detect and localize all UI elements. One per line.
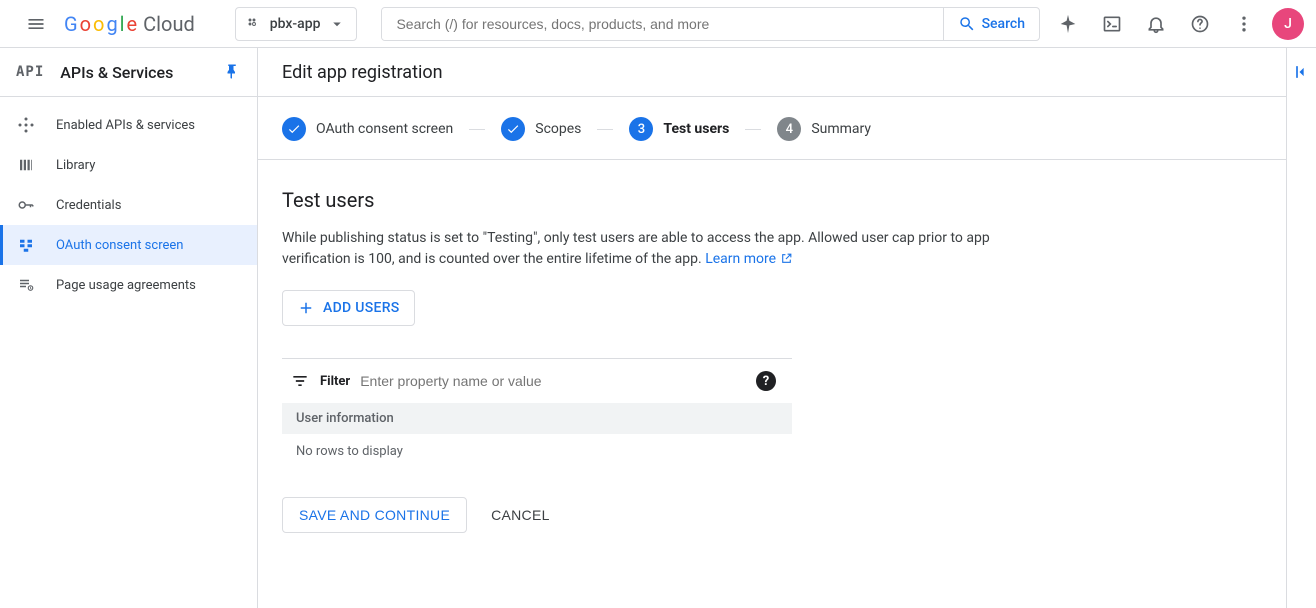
help-icon [1190, 14, 1210, 34]
step-scopes[interactable]: Scopes [501, 117, 581, 141]
table-empty-row: No rows to display [282, 434, 792, 469]
content: Edit app registration OAuth consent scre… [258, 48, 1286, 608]
api-logo: API [16, 64, 44, 80]
sidebar: API APIs & Services Enabled APIs & servi… [0, 48, 258, 608]
sidebar-item-label: Library [56, 158, 95, 173]
sidebar-nav: Enabled APIs & services Library Credenti… [0, 97, 257, 305]
search-input[interactable] [382, 8, 942, 40]
filter-label: Filter [320, 374, 350, 389]
sidebar-item-label: Enabled APIs & services [56, 118, 195, 133]
save-continue-button[interactable]: SAVE AND CONTINUE [282, 497, 467, 533]
page-title-row: Edit app registration [258, 48, 1286, 97]
action-row: SAVE AND CONTINUE CANCEL [282, 497, 1054, 533]
pin-icon[interactable] [223, 63, 241, 81]
filter-input[interactable] [360, 373, 746, 389]
sidebar-item-enabled-apis[interactable]: Enabled APIs & services [0, 105, 257, 145]
section-heading: Test users [282, 188, 1054, 212]
test-users-section: Test users While publishing status is se… [258, 160, 1078, 561]
sidebar-item-oauth-consent[interactable]: OAuth consent screen [0, 225, 257, 265]
add-users-label: ADD USERS [323, 300, 400, 316]
sidebar-item-library[interactable]: Library [0, 145, 257, 185]
table-header: User information [282, 403, 792, 434]
terminal-icon [1102, 14, 1122, 34]
stepper: OAuth consent screen Scopes 3 Test users… [258, 97, 1286, 160]
filter-help-button[interactable]: ? [756, 371, 776, 391]
google-cloud-logo[interactable]: GoogleCloud [64, 12, 195, 36]
step-number: 3 [629, 117, 653, 141]
step-label: Summary [811, 121, 871, 137]
step-separator [745, 129, 761, 130]
avatar-initial: J [1284, 16, 1292, 32]
learn-more-label: Learn more [705, 251, 776, 267]
filter-row: Filter ? [282, 359, 792, 403]
step-test-users[interactable]: 3 Test users [629, 117, 729, 141]
help-button[interactable] [1180, 4, 1220, 44]
step-separator [469, 129, 485, 130]
chevron-down-icon [328, 15, 346, 33]
top-header: GoogleCloud pbx-app Search J [0, 0, 1316, 48]
check-icon [282, 117, 306, 141]
sidebar-item-credentials[interactable]: Credentials [0, 185, 257, 225]
learn-more-link[interactable]: Learn more [705, 251, 792, 267]
search-button[interactable]: Search [943, 8, 1039, 40]
notifications-button[interactable] [1136, 4, 1176, 44]
description-text: While publishing status is set to "Testi… [282, 230, 990, 267]
agreements-icon [17, 276, 35, 294]
account-avatar[interactable]: J [1272, 8, 1304, 40]
filter-icon [290, 371, 310, 391]
users-table: Filter ? User information No rows to dis… [282, 358, 792, 469]
bell-icon [1146, 14, 1166, 34]
step-oauth-consent[interactable]: OAuth consent screen [282, 117, 453, 141]
project-picker[interactable]: pbx-app [235, 7, 358, 41]
collapse-panel-icon[interactable] [1292, 62, 1312, 82]
main-area: Edit app registration OAuth consent scre… [258, 48, 1316, 608]
sidebar-item-label: Page usage agreements [56, 278, 196, 293]
cloud-shell-button[interactable] [1092, 4, 1132, 44]
key-icon [17, 196, 35, 214]
check-icon [501, 117, 525, 141]
hamburger-menu-button[interactable] [12, 0, 60, 48]
consent-icon [17, 236, 35, 254]
add-users-button[interactable]: ADD USERS [282, 290, 415, 326]
plus-icon [297, 299, 315, 317]
sidebar-item-page-usage[interactable]: Page usage agreements [0, 265, 257, 305]
step-label: Test users [663, 121, 729, 137]
step-label: OAuth consent screen [316, 121, 453, 137]
step-label: Scopes [535, 121, 581, 137]
sidebar-header: API APIs & Services [0, 48, 257, 97]
gemini-button[interactable] [1048, 4, 1088, 44]
sidebar-item-label: Credentials [56, 198, 121, 213]
search-icon [958, 15, 976, 33]
sidebar-title: APIs & Services [60, 63, 207, 82]
more-vert-icon [1234, 14, 1254, 34]
sidebar-item-label: OAuth consent screen [56, 238, 183, 253]
page-title: Edit app registration [282, 62, 443, 83]
project-icon [246, 16, 262, 32]
section-description: While publishing status is set to "Testi… [282, 228, 1054, 270]
enabled-apis-icon [17, 116, 35, 134]
more-button[interactable] [1224, 4, 1264, 44]
step-number: 4 [777, 117, 801, 141]
project-name: pbx-app [270, 16, 321, 32]
external-link-icon [780, 252, 793, 265]
search-button-label: Search [982, 16, 1025, 32]
header-actions: J [1048, 4, 1304, 44]
right-rail [1286, 48, 1316, 608]
menu-icon [26, 14, 46, 34]
sparkle-icon [1057, 13, 1079, 35]
step-summary[interactable]: 4 Summary [777, 117, 871, 141]
library-icon [17, 156, 35, 174]
step-separator [597, 129, 613, 130]
cancel-button[interactable]: CANCEL [491, 507, 550, 523]
search-bar: Search [381, 7, 1040, 41]
